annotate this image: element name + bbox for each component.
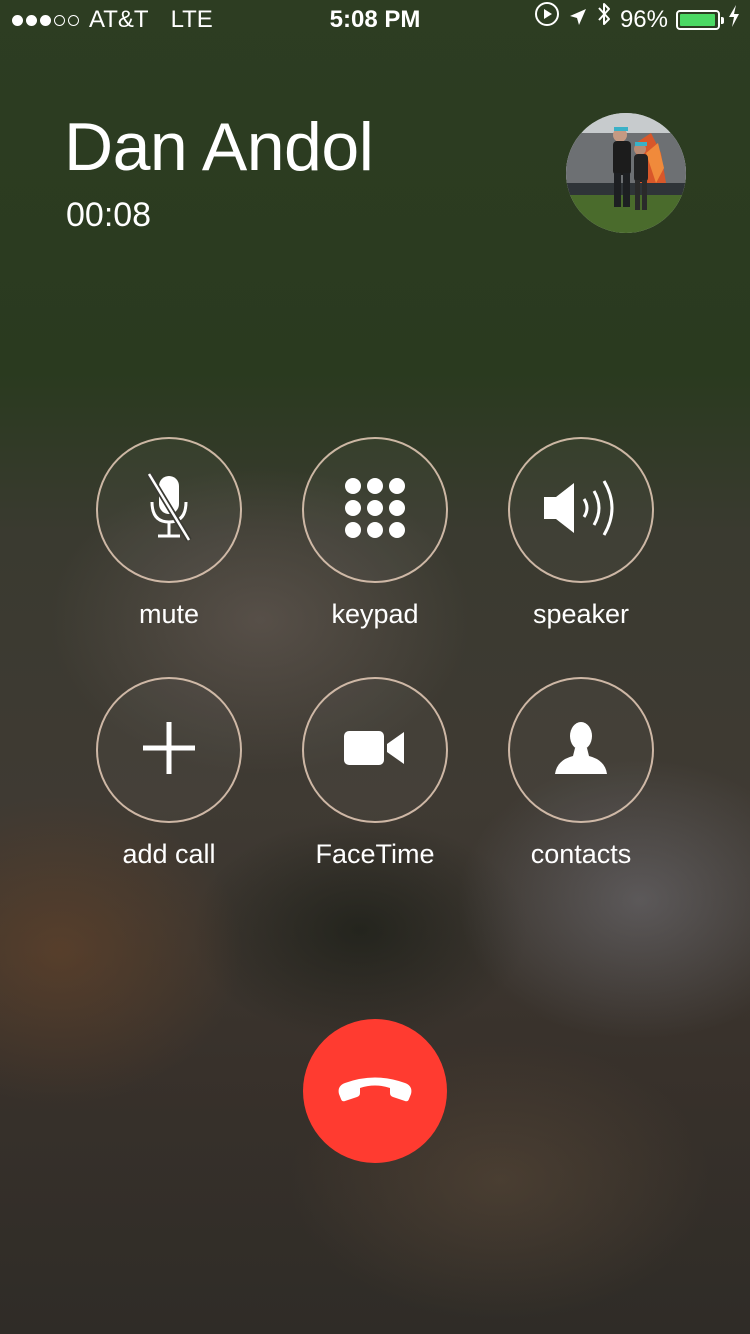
avatar-photo [566,113,686,233]
keypad-label: keypad [331,599,419,629]
plus-icon [141,720,197,781]
contacts-button[interactable]: contacts [506,677,656,870]
battery-level [680,14,715,26]
add-call-circle[interactable] [96,677,242,823]
speaker-circle[interactable] [508,437,654,583]
microphone-off-icon [144,471,194,549]
bluetooth-icon [596,0,612,40]
video-camera-icon [344,730,406,771]
battery-icon [676,10,724,30]
call-duration: 00:08 [66,196,152,234]
contacts-label: contacts [530,839,632,869]
battery-percent: 96% [619,6,668,33]
contact-avatar [566,113,686,233]
caller-name: Dan Andol [64,109,374,185]
speaker-button[interactable]: speaker [506,437,656,630]
keypad-circle[interactable] [302,437,448,583]
mute-button[interactable]: mute [94,437,244,630]
end-call-button[interactable] [303,1019,447,1163]
play-icon [534,0,560,40]
contacts-circle[interactable] [508,677,654,823]
location-arrow-icon [568,0,588,40]
person-icon [553,720,609,781]
facetime-circle[interactable] [302,677,448,823]
facetime-button[interactable]: FaceTime [300,677,450,870]
mute-circle[interactable] [96,437,242,583]
charging-bolt-icon [728,0,740,40]
phone-hangup-icon [335,1074,415,1109]
keypad-button[interactable]: keypad [300,437,450,630]
keypad-icon [344,477,406,544]
speaker-label: speaker [532,599,630,629]
speaker-icon [542,475,620,546]
add-call-button[interactable]: add call [94,677,244,870]
mute-label: mute [138,599,200,629]
battery-tip [721,17,724,24]
add-call-label: add call [122,839,216,869]
facetime-label: FaceTime [315,839,435,869]
status-bar: AT&T LTE 5:08 PM 96% [0,0,750,40]
